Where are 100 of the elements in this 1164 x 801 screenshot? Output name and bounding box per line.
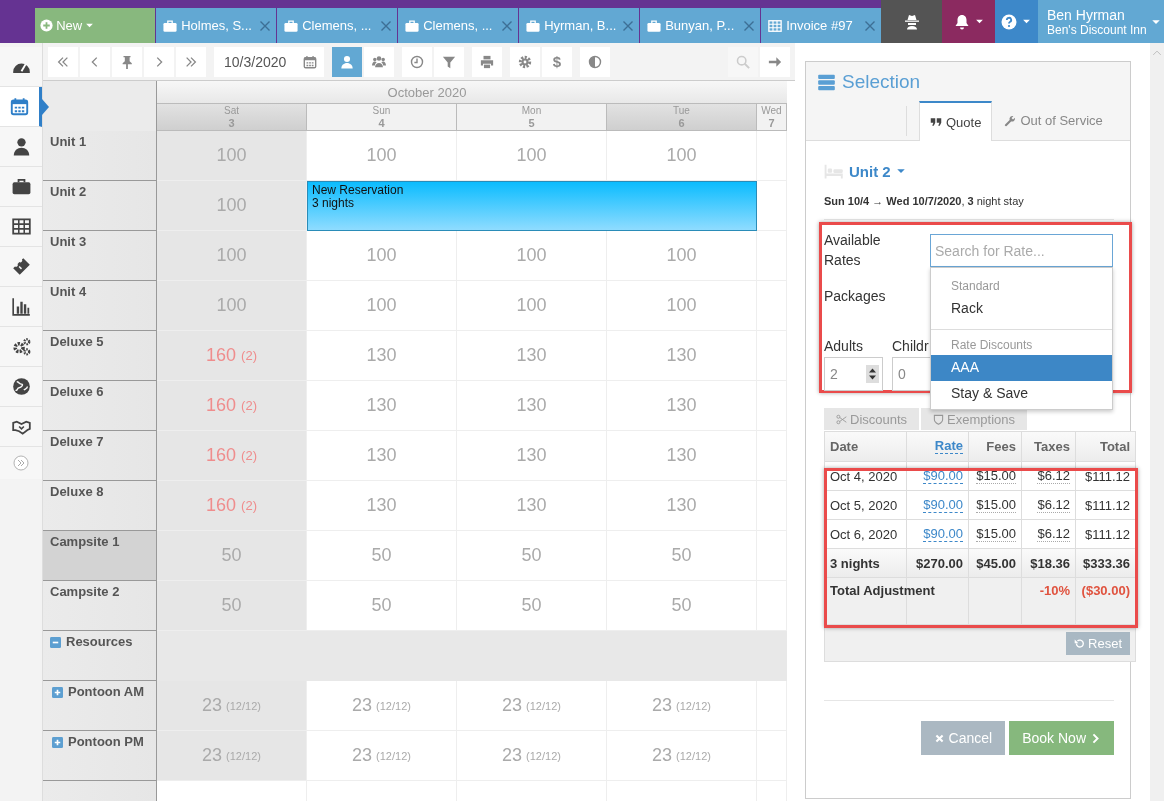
- tab-label[interactable]: Hyrman, B...: [544, 18, 619, 33]
- calendar-icon[interactable]: [303, 54, 317, 69]
- rate-cell[interactable]: 100: [607, 231, 757, 281]
- tab[interactable]: Clemens, ...: [398, 8, 519, 43]
- rate-cell[interactable]: 100: [457, 281, 607, 331]
- rate-cell[interactable]: 100: [307, 231, 457, 281]
- rate-cell[interactable]: 130: [457, 431, 607, 481]
- tab-label[interactable]: Holmes, S...: [181, 18, 256, 33]
- incognito-button[interactable]: [881, 0, 943, 43]
- row-header[interactable]: Deluxe 6: [43, 381, 157, 431]
- rate-cell[interactable]: 100: [307, 131, 457, 181]
- rate-cell[interactable]: 23 (12/12): [157, 731, 307, 781]
- rate-cell[interactable]: 23 (12/12): [307, 731, 457, 781]
- row-header[interactable]: Unit 2: [43, 181, 157, 231]
- rate-cell[interactable]: 130: [307, 431, 457, 481]
- rate-cell[interactable]: 23 (12/12): [607, 731, 757, 781]
- rate-cell[interactable]: 130: [607, 331, 757, 381]
- menu-option[interactable]: AAA: [931, 355, 1112, 381]
- close-icon[interactable]: [743, 19, 756, 32]
- rate-cell[interactable]: 130: [607, 431, 757, 481]
- collapse-icon[interactable]: [50, 637, 61, 648]
- rate-cell[interactable]: 50: [307, 531, 457, 581]
- date-field[interactable]: 10/3/2020: [214, 46, 324, 77]
- notifications-button[interactable]: [942, 0, 995, 43]
- rate-cell[interactable]: 130: [457, 331, 607, 381]
- row-header[interactable]: Campsite 1: [43, 531, 157, 581]
- new-button[interactable]: New: [35, 8, 156, 43]
- close-icon[interactable]: [259, 19, 272, 32]
- cancel-button[interactable]: Cancel: [920, 721, 1006, 755]
- user-menu[interactable]: Ben Hyrman Ben's Discount Inn: [1038, 0, 1164, 43]
- rate-cell[interactable]: 23 (12/12): [457, 681, 607, 731]
- rate-cell[interactable]: 100: [607, 131, 757, 181]
- number-field[interactable]: 0: [892, 357, 930, 391]
- tab-label[interactable]: Clemens, ...: [302, 18, 377, 33]
- row-header[interactable]: Pontoon PM: [43, 731, 157, 781]
- rate-cell[interactable]: 50: [157, 581, 307, 631]
- row-header[interactable]: Deluxe 5: [43, 331, 157, 381]
- expand-icon[interactable]: [52, 687, 63, 698]
- rate-cell[interactable]: 100: [157, 231, 307, 281]
- rate-cell[interactable]: 23 (12/12): [457, 731, 607, 781]
- last-button[interactable]: [176, 46, 206, 77]
- rate-cell[interactable]: 50: [607, 581, 757, 631]
- expand-icon[interactable]: [52, 737, 63, 748]
- rate-cell[interactable]: 130: [457, 481, 607, 531]
- rate-cell[interactable]: 130: [307, 481, 457, 531]
- rate-cell[interactable]: 100: [157, 181, 307, 231]
- row-header[interactable]: Resources: [43, 631, 157, 681]
- first-button[interactable]: [48, 46, 78, 77]
- rate-cell[interactable]: 100: [157, 131, 307, 181]
- rate-cell[interactable]: 100: [457, 231, 607, 281]
- menu-option[interactable]: Stay & Save: [931, 381, 1112, 407]
- rate-cell[interactable]: 130: [607, 481, 757, 531]
- menu-option[interactable]: Rack: [931, 296, 1112, 322]
- unit-dropdown[interactable]: Unit 2: [849, 162, 891, 180]
- calendar-cell[interactable]: [757, 231, 787, 281]
- tab[interactable]: Hyrman, B...: [519, 8, 640, 43]
- stepper-icon[interactable]: [866, 365, 879, 383]
- pin-button[interactable]: [112, 46, 142, 77]
- rate-cell[interactable]: 50: [457, 531, 607, 581]
- rate-cell[interactable]: 100: [157, 281, 307, 331]
- settings-button[interactable]: [510, 46, 540, 77]
- tab[interactable]: Exemptions: [921, 408, 1027, 430]
- rate-cell[interactable]: 23 (12/12): [607, 681, 757, 731]
- rate-cell[interactable]: 100: [457, 131, 607, 181]
- rate-search-field[interactable]: Search for Rate...: [930, 234, 1113, 267]
- scroll-up-icon[interactable]: [1152, 48, 1162, 58]
- close-icon[interactable]: [864, 19, 877, 32]
- reservation-block[interactable]: New Reservation 3 nights: [307, 181, 757, 231]
- rate-cell[interactable]: 50: [157, 531, 307, 581]
- calendar-cell[interactable]: [757, 131, 787, 181]
- row-header[interactable]: Deluxe 7: [43, 431, 157, 481]
- rate-cell[interactable]: 23 (12/12): [157, 681, 307, 731]
- tab[interactable]: Clemens, ...: [277, 8, 398, 43]
- rate-cell[interactable]: 50: [457, 581, 607, 631]
- tab-label[interactable]: Clemens, ...: [423, 18, 498, 33]
- tab[interactable]: Invoice #97: [761, 8, 882, 43]
- calendar-cell[interactable]: [757, 181, 787, 231]
- rate-cell[interactable]: 130: [307, 331, 457, 381]
- go-button[interactable]: [760, 46, 790, 77]
- help-button[interactable]: [994, 0, 1038, 43]
- tab[interactable]: Bunyan, P...: [640, 8, 761, 43]
- tab[interactable]: Discounts: [824, 408, 920, 430]
- rate-cell[interactable]: 100: [607, 281, 757, 331]
- reset-button[interactable]: Reset: [1066, 631, 1130, 655]
- rate-cell[interactable]: 23 (12/12): [307, 681, 457, 731]
- clock-button[interactable]: [402, 46, 432, 77]
- row-header[interactable]: Deluxe 8: [43, 481, 157, 531]
- group-view-button[interactable]: [364, 46, 394, 77]
- currency-button[interactable]: $: [542, 46, 572, 77]
- tab[interactable]: Out of Service: [994, 101, 1113, 140]
- row-header[interactable]: Campsite 2: [43, 581, 157, 631]
- contrast-button[interactable]: [580, 46, 610, 77]
- rate-cell[interactable]: 130: [457, 381, 607, 431]
- tab[interactable]: Quote: [919, 101, 993, 141]
- row-header[interactable]: Pontoon AM: [43, 681, 157, 731]
- row-header[interactable]: Unit 3: [43, 231, 157, 281]
- column-header[interactable]: Rate: [934, 439, 963, 454]
- close-icon[interactable]: [622, 19, 635, 32]
- single-view-button[interactable]: [332, 46, 362, 77]
- tab[interactable]: Holmes, S...: [156, 8, 277, 43]
